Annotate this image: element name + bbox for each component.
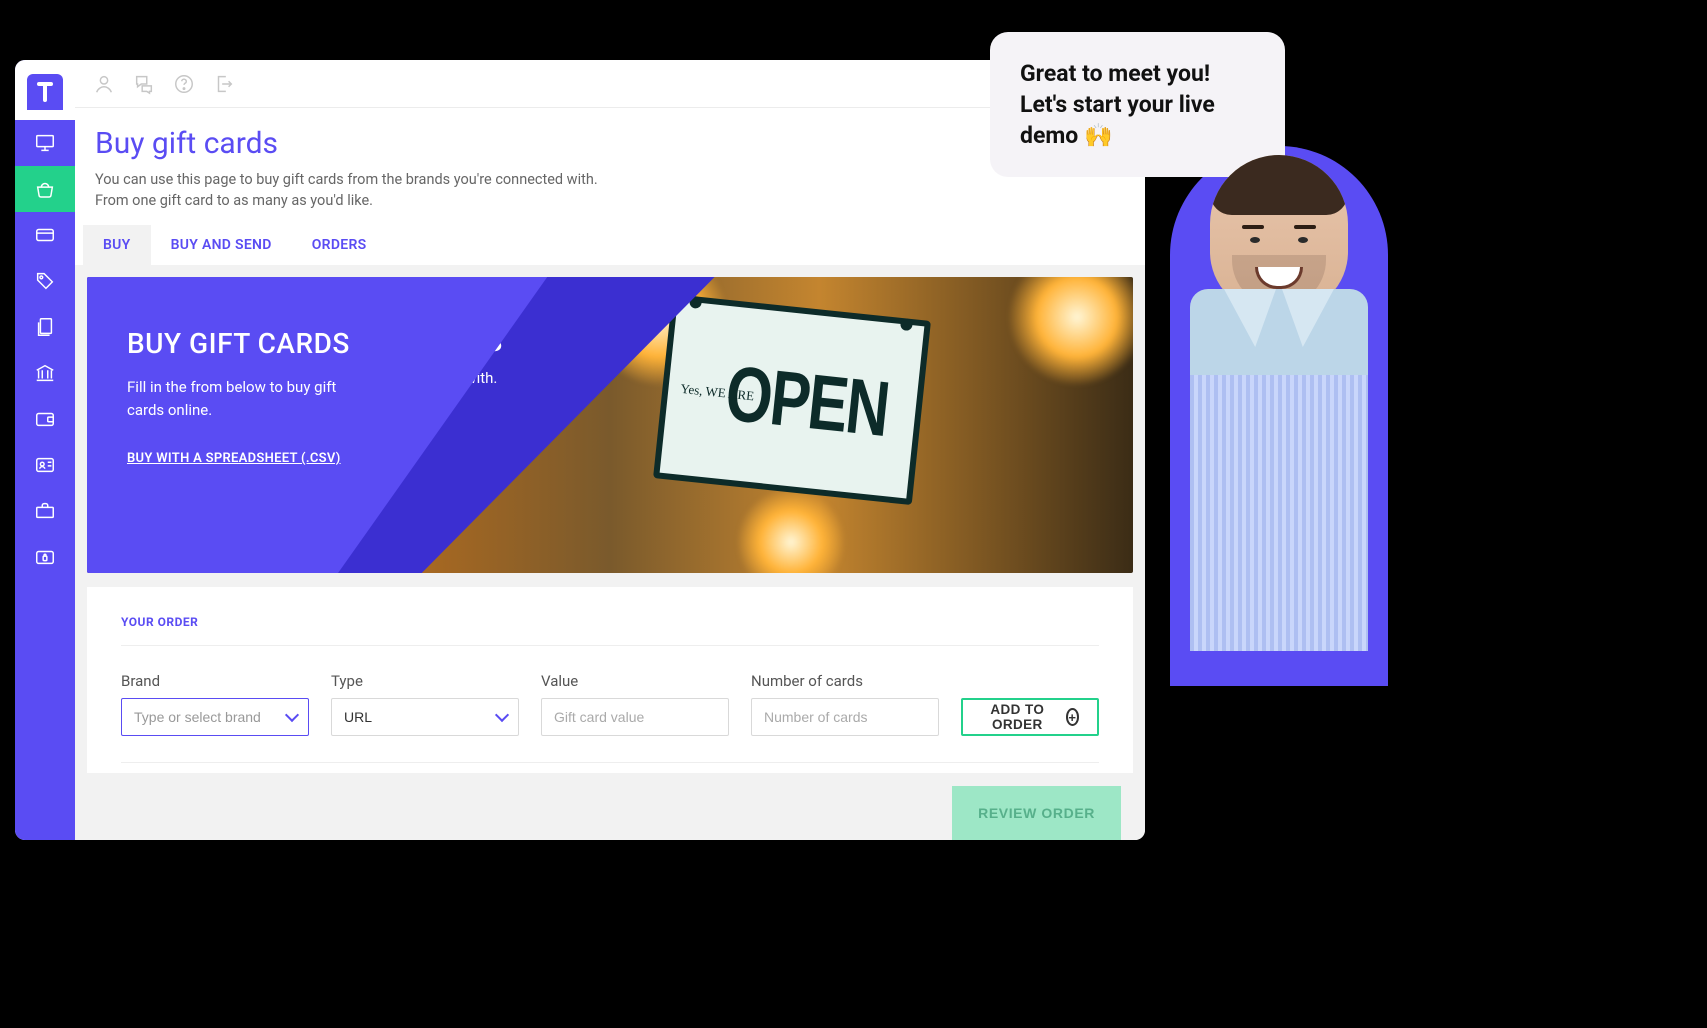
demo-bubble-text: Great to meet you! Let's start your live… <box>1020 60 1215 149</box>
basket-icon <box>34 178 56 200</box>
field-value: Value <box>541 672 729 736</box>
field-type: Type URL <box>331 672 519 736</box>
sidebar-item-buy[interactable] <box>15 166 75 212</box>
sidebar-item-contacts[interactable] <box>15 442 75 488</box>
plus-circle-icon: + <box>1066 708 1079 726</box>
sidebar-item-tags[interactable] <box>15 258 75 304</box>
add-to-order-label: ADD TO ORDER <box>981 702 1054 732</box>
value-input[interactable] <box>541 698 729 736</box>
avatar-collar <box>1190 289 1368 375</box>
tabs: BUY BUY AND SEND ORDERS <box>75 225 1145 265</box>
type-label: Type <box>331 672 519 690</box>
sidebar-item-briefcase[interactable] <box>15 488 75 534</box>
demo-avatar <box>1190 155 1368 651</box>
number-input[interactable] <box>751 698 939 736</box>
add-to-order-button[interactable]: ADD TO ORDER + <box>961 698 1099 736</box>
open-sign: Yes, WE ARE OPEN <box>653 294 931 505</box>
order-card: YOUR ORDER Brand Type or select brand Ty… <box>87 587 1133 773</box>
id-card-icon <box>34 454 56 476</box>
app-window: Buy gift cards You can use this page to … <box>15 60 1145 840</box>
user-icon[interactable] <box>93 73 115 95</box>
sidebar-item-bank[interactable] <box>15 350 75 396</box>
review-bar: REVIEW ORDER <box>952 786 1121 840</box>
tag-icon <box>34 270 56 292</box>
sidebar-item-archive[interactable] <box>15 534 75 580</box>
hero-banner: Yes, WE ARE OPEN ANDS ade with. BUY GIFT… <box>87 277 1133 573</box>
brand-select[interactable]: Type or select brand <box>121 698 309 736</box>
tab-buy[interactable]: BUY <box>83 225 151 265</box>
logout-icon[interactable] <box>213 73 235 95</box>
brand-label: Brand <box>121 672 309 690</box>
your-order-label: YOUR ORDER <box>121 615 1099 645</box>
review-order-button[interactable]: REVIEW ORDER <box>952 786 1121 840</box>
field-brand: Brand Type or select brand <box>121 672 309 736</box>
bank-icon <box>34 362 56 384</box>
tab-buy-and-send[interactable]: BUY AND SEND <box>151 225 292 265</box>
avatar-stripes <box>1190 371 1368 651</box>
lock-card-icon <box>34 546 56 568</box>
order-row: Brand Type or select brand Type URL <box>121 646 1099 763</box>
field-number: Number of cards <box>751 672 939 736</box>
help-icon[interactable] <box>173 73 195 95</box>
value-label: Value <box>541 672 729 690</box>
page-description: You can use this page to buy gift cards … <box>95 169 615 211</box>
tab-orders[interactable]: ORDERS <box>292 225 387 265</box>
sidebar <box>15 60 75 840</box>
page-header: Buy gift cards You can use this page to … <box>75 108 1145 225</box>
topbar <box>75 60 1145 108</box>
monitor-icon <box>34 132 56 154</box>
open-sign-big-text: OPEN <box>722 348 893 454</box>
content: Yes, WE ARE OPEN ANDS ade with. BUY GIFT… <box>75 265 1145 840</box>
hero-subtitle: Fill in the from below to buy gift cards… <box>127 376 347 421</box>
sidebar-item-dashboard[interactable] <box>15 120 75 166</box>
wallet-icon <box>34 408 56 430</box>
type-select[interactable]: URL <box>331 698 519 736</box>
buy-with-csv-link[interactable]: BUY WITH A SPREADSHEET (.CSV) <box>127 451 341 466</box>
sidebar-item-docs[interactable] <box>15 304 75 350</box>
sidebar-item-cards[interactable] <box>15 212 75 258</box>
chat-icon[interactable] <box>133 73 155 95</box>
number-label: Number of cards <box>751 672 939 690</box>
sidebar-item-wallet[interactable] <box>15 396 75 442</box>
footer-black-block <box>1148 716 1707 1028</box>
briefcase-icon <box>34 500 56 522</box>
page-title: Buy gift cards <box>95 126 1123 161</box>
logo[interactable] <box>15 60 75 120</box>
credit-card-icon <box>34 224 56 246</box>
document-stack-icon <box>34 316 56 338</box>
main: Buy gift cards You can use this page to … <box>75 60 1145 840</box>
